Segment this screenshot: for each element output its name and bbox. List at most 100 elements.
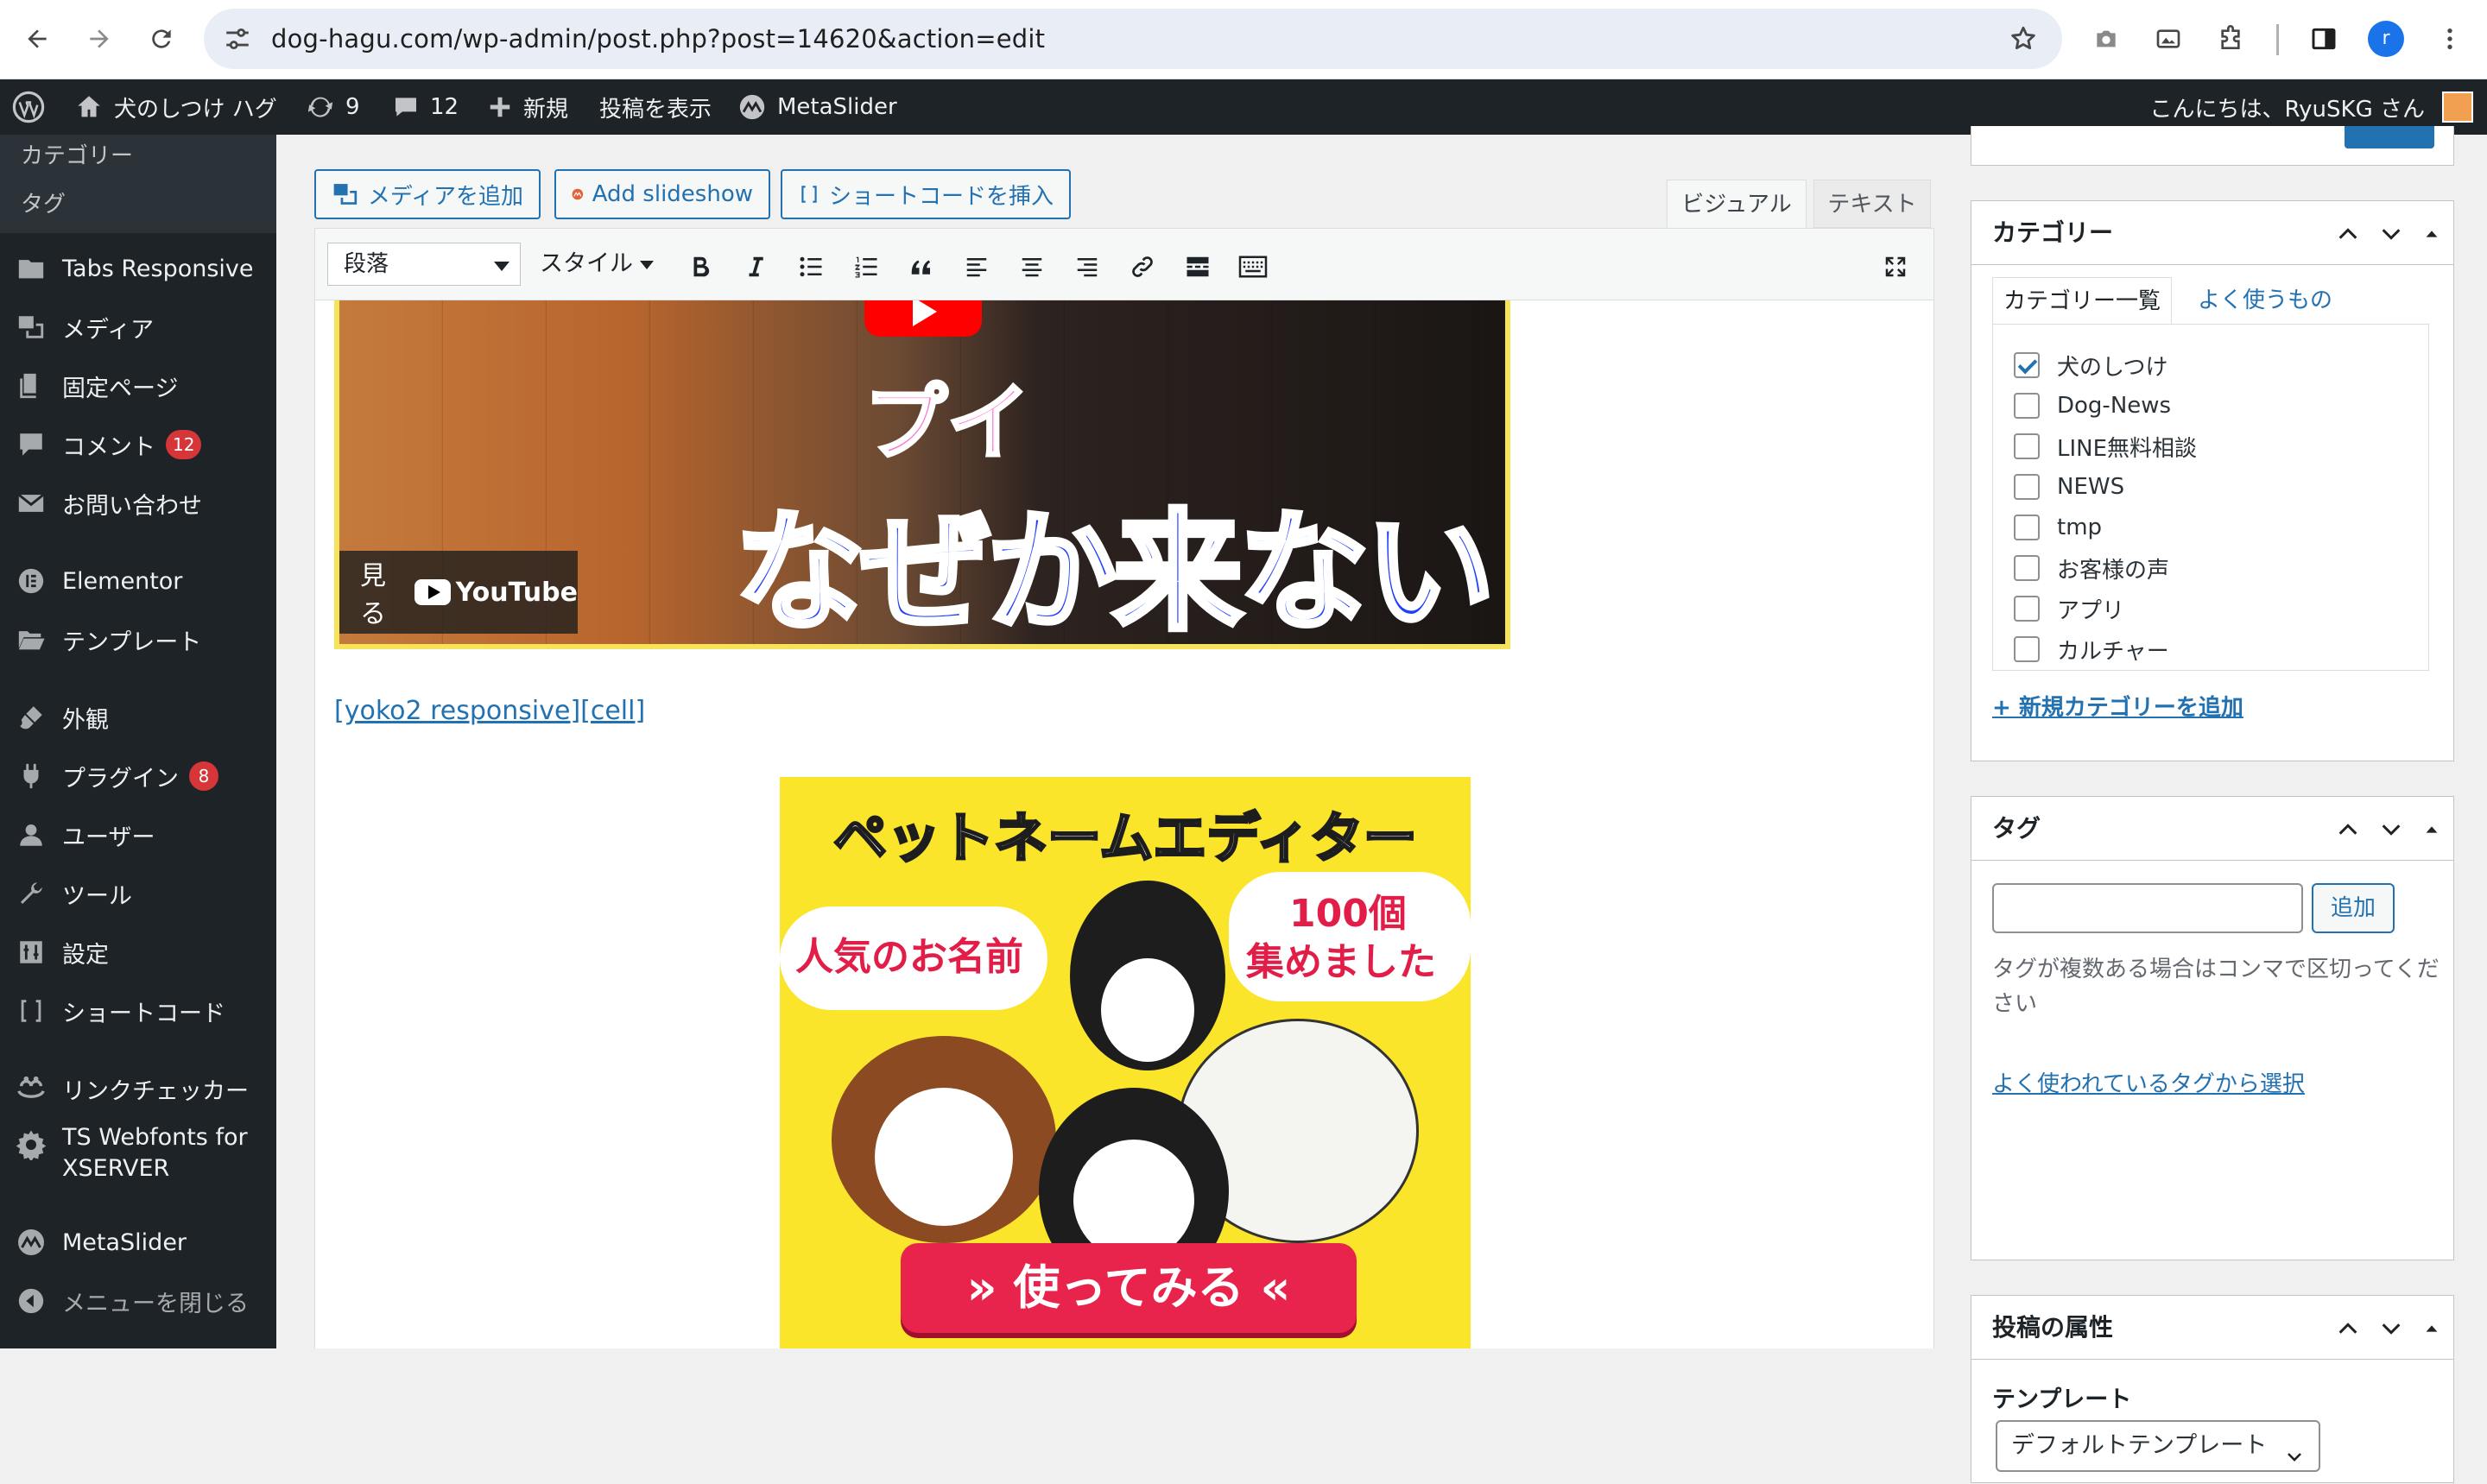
category-item[interactable]: LINE無料相談 [2014,432,2197,462]
side-panel-button[interactable] [2299,14,2349,64]
play-icon[interactable] [864,300,982,337]
watch-on-youtube-button[interactable]: 見る YouTube [339,551,578,634]
category-item[interactable]: お客様の声 [2014,553,2169,584]
extensions-button[interactable] [2205,14,2256,64]
user-avatar[interactable] [2442,92,2473,123]
category-item[interactable]: Dog-News [2014,391,2171,420]
sidebar-item-metaslider[interactable]: MetaSlider [0,1217,276,1267]
pet-name-editor-banner[interactable]: ペットネームエディター 人気のお名前 100個 集めました » 使ってみる « [780,777,1471,1348]
bold-button[interactable] [681,248,719,286]
template-select[interactable]: デフォルトテンプレート [1996,1420,2320,1472]
sidebar-item-media[interactable]: メディア [0,302,276,352]
reload-button[interactable] [136,14,187,64]
category-item[interactable]: アプリ [2014,594,2124,624]
format-select[interactable]: 段落 [327,243,521,286]
toolbar-toggle-button[interactable] [1234,248,1272,286]
insert-shortcode-button[interactable]: ショートコードを挿入 [781,169,1071,219]
bullet-list-button[interactable] [792,248,830,286]
checkbox[interactable] [2014,474,2040,500]
try-it-button[interactable]: » 使ってみる « [901,1243,1357,1333]
checkbox[interactable] [2014,393,2040,419]
site-settings-icon[interactable] [223,24,252,57]
tab-popular-categories[interactable]: よく使うもの [2187,277,2343,324]
admin-bar-metaslider[interactable]: MetaSlider [737,79,897,135]
admin-bar-site-name[interactable]: 犬のしつけ ハグ [74,79,277,135]
wordpress-logo-button[interactable] [12,79,45,135]
sidebar-item-settings[interactable]: 設定 [0,927,276,977]
forward-button[interactable] [74,14,124,64]
align-right-button[interactable] [1068,248,1106,286]
chevron-down-icon[interactable] [2379,222,2403,246]
category-item[interactable]: tmp [2014,513,2102,542]
back-button[interactable] [12,14,62,64]
sidebar-item-tools[interactable]: ツール [0,868,276,919]
read-more-button[interactable] [1179,248,1217,286]
browser-menu-button[interactable] [2425,14,2475,64]
sidebar-item-comments[interactable]: コメント 12 [0,420,276,470]
chevron-down-icon[interactable] [2379,1317,2403,1341]
sidebar-item-tabs-responsive[interactable]: Tabs Responsive [0,243,276,294]
add-media-button[interactable]: メディアを追加 [314,169,541,219]
caret-up-icon[interactable] [2422,820,2441,839]
admin-bar-view-post[interactable]: 投稿を表示 [599,79,712,135]
profile-avatar[interactable]: r [2368,21,2404,57]
caret-up-icon[interactable] [2422,1319,2441,1338]
tag-input[interactable] [1992,883,2303,933]
bookmark-star-icon[interactable] [2009,24,2038,57]
style-dropdown[interactable]: スタイル [540,243,654,286]
fullscreen-button[interactable] [1876,248,1914,286]
admin-bar-updates[interactable]: 9 [306,79,360,135]
sidebar-item-elementor[interactable]: Elementor [0,556,276,606]
youtube-embed[interactable]: プイ なぜか来ない! 見る YouTube [334,300,1510,649]
sidebar-item-shortcode[interactable]: ショートコード [0,986,276,1036]
sidebar-item-pages[interactable]: 固定ページ [0,361,276,411]
sidebar-item-templates[interactable]: テンプレート [0,615,276,665]
checkbox[interactable] [2014,433,2040,459]
admin-bar-new[interactable]: 新規 [487,79,568,135]
choose-popular-tags-link[interactable]: よく使われているタグから選択 [1992,1066,2305,1098]
sidebar-item-ts-webfonts[interactable]: TS Webfonts for XSERVER [0,1122,276,1198]
chevron-up-icon[interactable] [2336,818,2360,842]
sidebar-item-users[interactable]: ユーザー [0,810,276,860]
shortcode-text[interactable]: [yoko2 responsive][cell] [334,696,645,726]
blockquote-button[interactable] [902,248,940,286]
admin-bar-comments[interactable]: 12 [392,79,459,135]
caret-up-icon[interactable] [2422,224,2441,243]
checkbox[interactable] [2014,515,2040,540]
sidebar-item-link-checker[interactable]: リンクチェッカー [0,1064,276,1114]
category-checklist[interactable]: 犬のしつけ Dog-News LINE無料相談 NEWS tmp お客様の声 ア… [1992,324,2429,671]
chevron-down-icon[interactable] [2379,818,2403,842]
address-bar[interactable]: dog-hagu.com/wp-admin/post.php?post=1462… [204,9,2062,69]
update-button[interactable] [2345,126,2434,148]
ts-webfonts-line2: XSERVER [62,1155,170,1182]
checkbox[interactable] [2014,596,2040,622]
checkbox[interactable] [2014,555,2040,581]
align-center-button[interactable] [1013,248,1051,286]
align-left-button[interactable] [958,248,996,286]
tab-all-categories[interactable]: カテゴリー一覧 [1992,277,2173,324]
sidebar-item-appearance[interactable]: 外観 [0,692,276,742]
add-slideshow-button[interactable]: Add slideshow [554,169,770,219]
numbered-list-button[interactable] [847,248,885,286]
italic-button[interactable] [737,248,775,286]
checkbox-checked[interactable] [2014,352,2040,378]
category-item[interactable]: 犬のしつけ [2014,350,2167,381]
tab-text[interactable]: テキスト [1813,180,1931,228]
category-item[interactable]: NEWS [2014,472,2124,502]
submenu-tag[interactable]: タグ [21,186,66,218]
chevron-up-icon[interactable] [2336,1317,2360,1341]
sidebar-collapse-menu[interactable]: メニューを閉じる [0,1276,276,1326]
category-item[interactable]: カルチャー [2014,635,2169,665]
sidebar-item-plugins[interactable]: プラグイン 8 [0,751,276,801]
chevron-up-icon[interactable] [2336,222,2360,246]
add-new-category-link[interactable]: + 新規カテゴリーを追加 [1992,690,2243,722]
tab-visual[interactable]: ビジュアル [1667,180,1807,228]
insert-link-button[interactable] [1123,248,1161,286]
add-tag-button[interactable]: 追加 [2312,883,2395,933]
sidebar-item-contact[interactable]: お問い合わせ [0,478,276,528]
camera-extension-button[interactable] [2081,14,2131,64]
editor-content[interactable]: プイ なぜか来ない! 見る YouTube [yoko2 responsive]… [314,300,1934,1348]
submenu-category[interactable]: カテゴリー [21,138,133,170]
media-extension-button[interactable] [2143,14,2193,64]
checkbox[interactable] [2014,636,2040,662]
